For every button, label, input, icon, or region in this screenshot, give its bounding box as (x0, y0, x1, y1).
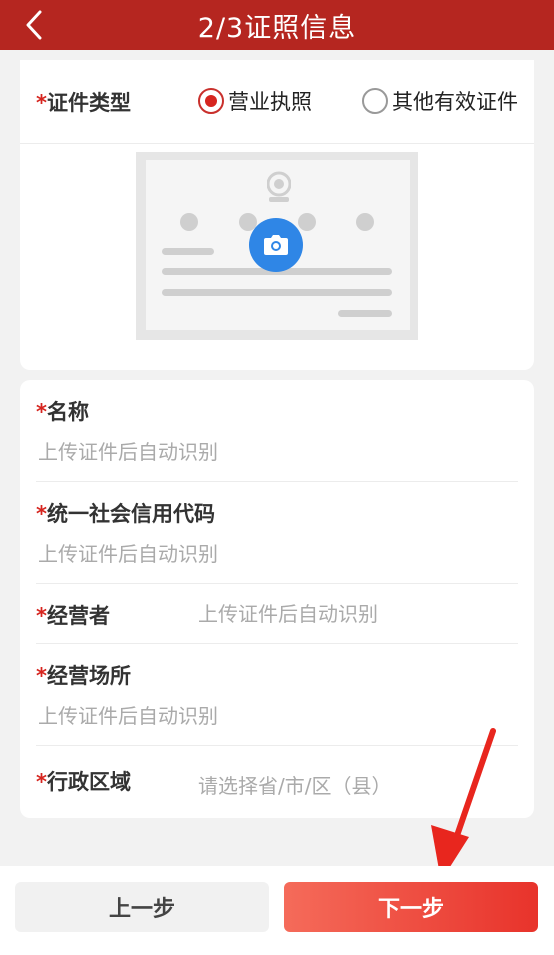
prev-step-button[interactable]: 上一步 (15, 882, 269, 932)
required-mark: * (36, 604, 47, 628)
radio-business-license[interactable]: 营业执照 (198, 86, 312, 116)
next-step-button[interactable]: 下一步 (284, 882, 538, 932)
placeholder-line (338, 310, 392, 317)
field-name: *名称 (36, 380, 518, 482)
field-region-label: *行政区域 (36, 770, 131, 794)
placeholder-dot (356, 213, 374, 231)
radio-business-license-label: 营业执照 (228, 90, 312, 114)
camera-button[interactable] (249, 218, 303, 272)
radio-other-certificate[interactable]: 其他有效证件 (362, 86, 518, 116)
license-upload-area[interactable] (136, 152, 418, 340)
bottom-action-bar: 上一步 下一步 (0, 866, 554, 955)
camera-icon (264, 235, 288, 255)
radio-unchecked-icon (362, 88, 388, 114)
field-name-label: *名称 (36, 400, 89, 424)
region-select[interactable]: 请选择省/市/区（县） (198, 770, 391, 799)
field-operator: *经营者 (36, 584, 518, 644)
radio-checked-icon (198, 88, 224, 114)
field-credit-code-label: *统一社会信用代码 (36, 502, 215, 526)
placeholder-line (162, 248, 214, 255)
placeholder-line (162, 289, 392, 296)
cert-type-row: *证件类型 营业执照 其他有效证件 (20, 60, 534, 144)
back-button[interactable] (18, 8, 50, 42)
field-business-place-label: *经营场所 (36, 664, 131, 688)
chevron-left-icon (26, 10, 42, 40)
required-mark: * (36, 770, 47, 794)
radio-other-certificate-label: 其他有效证件 (392, 90, 518, 114)
credit-code-input[interactable] (38, 542, 508, 566)
required-mark: * (36, 502, 47, 526)
cert-type-label: *证件类型 (36, 91, 131, 115)
field-operator-label: *经营者 (36, 604, 110, 628)
required-mark: * (36, 400, 47, 424)
required-mark: * (36, 664, 47, 688)
red-arrow-annotation (431, 728, 496, 881)
header-bar: 2/3证照信息 (0, 0, 554, 50)
national-emblem-icon (267, 171, 291, 202)
field-credit-code: *统一社会信用代码 (36, 482, 518, 584)
operator-input[interactable] (198, 602, 508, 626)
page-title: 2/3证照信息 (197, 12, 357, 44)
required-mark: * (36, 91, 47, 115)
placeholder-dot (180, 213, 198, 231)
placeholder-dot (298, 213, 316, 231)
cert-type-card: *证件类型 营业执照 其他有效证件 (20, 60, 534, 370)
name-input[interactable] (38, 440, 508, 464)
license-placeholder-image (146, 160, 410, 330)
